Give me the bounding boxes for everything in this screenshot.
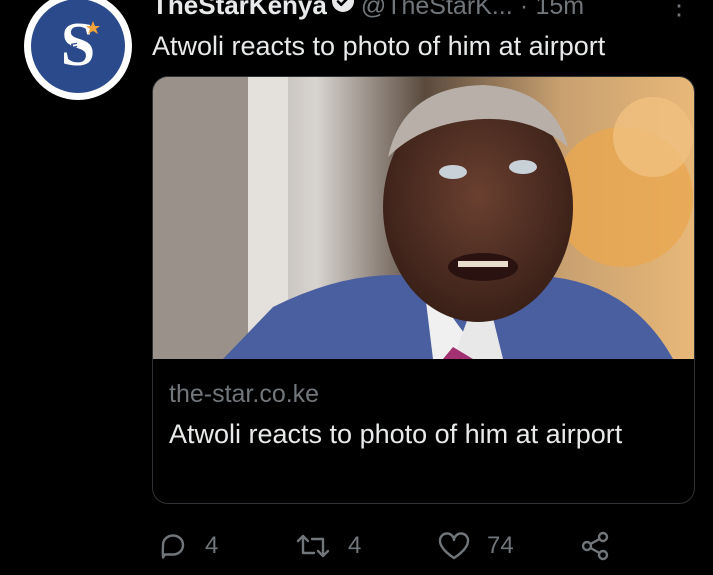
display-name[interactable]: TheStarKenya [152, 0, 327, 20]
avatar[interactable]: S THE [24, 0, 132, 100]
card-title: Atwoli reacts to photo of him at airport [169, 419, 623, 449]
card-image [153, 77, 694, 359]
share-icon [581, 531, 609, 561]
handle[interactable]: @TheStarK... [361, 0, 513, 20]
retweet-count: 4 [348, 532, 362, 559]
retweet-button[interactable]: 4 [294, 526, 361, 566]
tweet-text: Atwoli reacts to photo of him at airport [152, 31, 606, 61]
tweet-actions: 4 4 74 [152, 526, 712, 566]
the-star-logo: S THE [56, 11, 100, 79]
card-domain: the-star.co.ke [169, 380, 320, 408]
tweet-header: TheStarKenya @TheStarK... · 15m [152, 0, 712, 21]
separator: · [519, 0, 529, 20]
reply-count: 4 [205, 532, 219, 559]
verified-badge-icon [331, 0, 355, 20]
link-card[interactable]: the-star.co.ke Atwoli reacts to photo of… [152, 76, 695, 504]
like-count: 74 [487, 532, 514, 559]
like-icon [438, 532, 470, 560]
reply-button[interactable]: 4 [157, 526, 218, 566]
timestamp[interactable]: 15m [535, 0, 584, 20]
like-button[interactable]: 74 [437, 526, 514, 566]
reply-icon [161, 534, 185, 559]
retweet-icon [296, 534, 330, 558]
more-icon[interactable]: ⋮ [666, 0, 692, 21]
share-button[interactable] [579, 526, 627, 566]
avatar-background: S THE [31, 0, 125, 93]
